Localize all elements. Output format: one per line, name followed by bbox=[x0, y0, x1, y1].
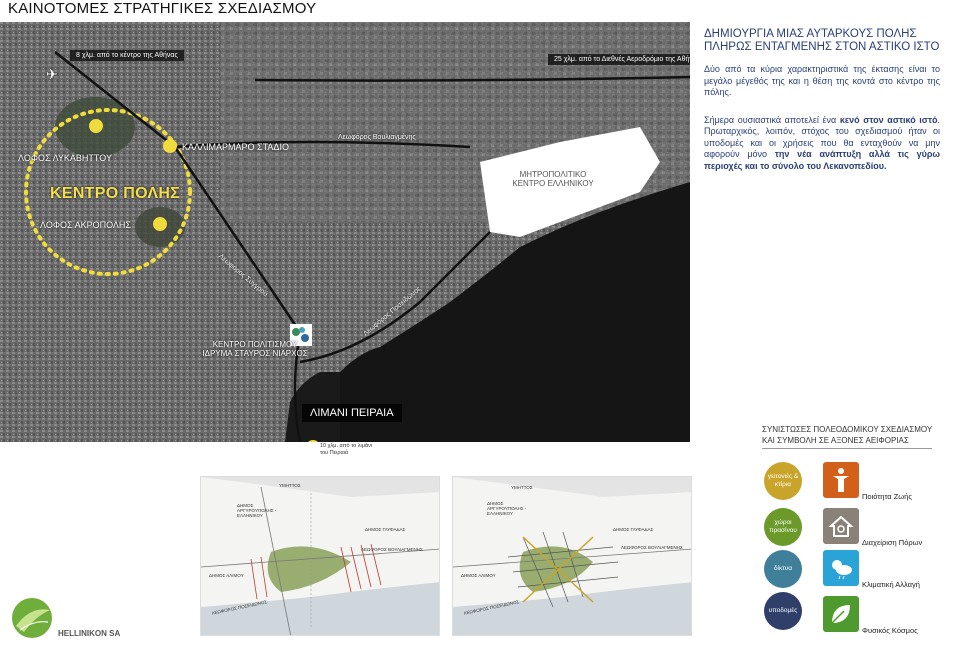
section-heading: ΔΗΜΙΟΥΡΓΙΑ ΜΙΑΣ ΑΥΤΑΡΚΟΥΣ ΠΟΛΗΣ ΠΛΗΡΩΣ Ε… bbox=[704, 28, 940, 53]
house-recycle-icon bbox=[823, 508, 859, 544]
divider bbox=[762, 448, 932, 449]
legend-circle-networks: δίκτυα bbox=[764, 550, 802, 588]
page-title: ΚΑΙΝΟΤΟΜΕΣ ΣΤΡΑΤΗΓΙΚΕΣ ΣΧΕΔΙΑΣΜΟΥ bbox=[8, 0, 317, 17]
pillar-label-climate: Κλιματική Αλλαγή bbox=[862, 580, 920, 589]
page: ΚΑΙΝΟΤΟΜΕΣ ΣΤΡΑΤΗΓΙΚΕΣ ΣΧΕΔΙΑΣΜΟΥ ✈ 8 χλ… bbox=[0, 0, 960, 648]
legend-title: ΣΥΝΙΣΤΩΣΕΣ ΠΟΛΕΟΔΟΜΙΚΟΥ ΣΧΕΔΙΑΣΜΟΥ ΚΑΙ Σ… bbox=[762, 425, 933, 445]
lycabettus-marker bbox=[89, 119, 103, 133]
cultural-centre-label: ΚΕΝΤΡΟ ΠΟΛΙΤΙΣΜΟΥ ΙΔΡΥΜΑ ΣΤΑΥΡΟΣ ΝΙΑΡΧΟΣ bbox=[202, 340, 308, 358]
metropolitan-centre-label: ΜΗΤΡΟΠΟΛΙΤΙΚΟ ΚΕΝΤΡΟ ΕΛΛΗΝΙΚΟΥ bbox=[512, 170, 594, 188]
weather-icon bbox=[823, 550, 859, 586]
plan-left: ΥΜΗΤΤΟΣ ΔΗΜΟΣ ΑΡΓΥΡΟΥΠΟΛΗΣ - ΕΛΛΗΝΙΚΟΥ Δ… bbox=[200, 476, 440, 636]
map-graphics bbox=[0, 22, 690, 442]
vouliagmenis-label: Λεωφόρος Βουλιαγμένης bbox=[338, 134, 416, 141]
person-icon bbox=[823, 462, 859, 498]
legend-circle-green-spaces: χώροι πρασίνου bbox=[764, 508, 802, 546]
city-centre-label: ΚΕΝΤΡΟ ΠΟΛΗΣ bbox=[50, 185, 181, 202]
city-distance-label: 8 χλμ. από το κέντρο της Αθήνας bbox=[70, 50, 184, 61]
leaf-icon bbox=[823, 596, 859, 632]
pillar-label-resources: Διαχείριση Πόρων bbox=[862, 538, 923, 547]
port-distance-label: 10 χλμ. από το λιμάνι του Πειραιά bbox=[320, 443, 373, 456]
description-panel: ΔΗΜΙΟΥΡΓΙΑ ΜΙΑΣ ΑΥΤΑΡΚΟΥΣ ΠΟΛΗΣ ΠΛΗΡΩΣ Ε… bbox=[704, 28, 940, 172]
plane-icon: ✈ bbox=[46, 66, 58, 82]
acropolis-marker bbox=[153, 217, 167, 231]
legend-circle-neighbourhoods: γειτονιές & κτίρια bbox=[764, 462, 802, 500]
stadium-label: ΚΑΛΛΙΜΑΡΜΑΡΟ ΣΤΑΔΙΟ bbox=[182, 142, 289, 152]
pillar-label-quality: Ποιότητα Ζωής bbox=[862, 492, 912, 501]
plan-right: ΥΜΗΤΤΟΣ ΔΗΜΟΣ ΑΡΓΥΡΟΥΠΟΛΗΣ - ΕΛΛΗΝΙΚΟΥ Δ… bbox=[452, 476, 692, 636]
stadium-marker bbox=[163, 139, 177, 153]
paragraph-1: Δύο από τα κύρια χαρακτηριστικά της έκτα… bbox=[704, 64, 940, 97]
paragraph-2: Σήμερα ουσιαστικά αποτελεί ένα κενό στον… bbox=[704, 114, 941, 171]
acropolis-label: ΛΟΦΟΣ ΑΚΡΟΠΟΛΗΣ bbox=[40, 220, 131, 230]
port-label: ΛΙΜΑΝΙ ΠΕΙΡΑΙΑ bbox=[302, 404, 402, 422]
lycabettus-label: ΛΟΦΟΣ ΛΥΚΑΒΗΤΤΟΥ bbox=[18, 153, 112, 163]
pillar-label-nature: Φυσικός Κόσμος bbox=[862, 626, 918, 635]
legend-circle-infrastructure: υποδομές bbox=[764, 592, 802, 630]
airport-distance-label: 25 χλμ. από το Διεθνές Αεροδρόμιο της Αθ… bbox=[548, 54, 690, 65]
logo bbox=[10, 596, 54, 645]
logo-text: HELLINIKON SA bbox=[58, 629, 121, 638]
aerial-map: ✈ ✈ 8 χλμ. από το κέντρο της Αθήνας 25 χ… bbox=[0, 22, 690, 442]
